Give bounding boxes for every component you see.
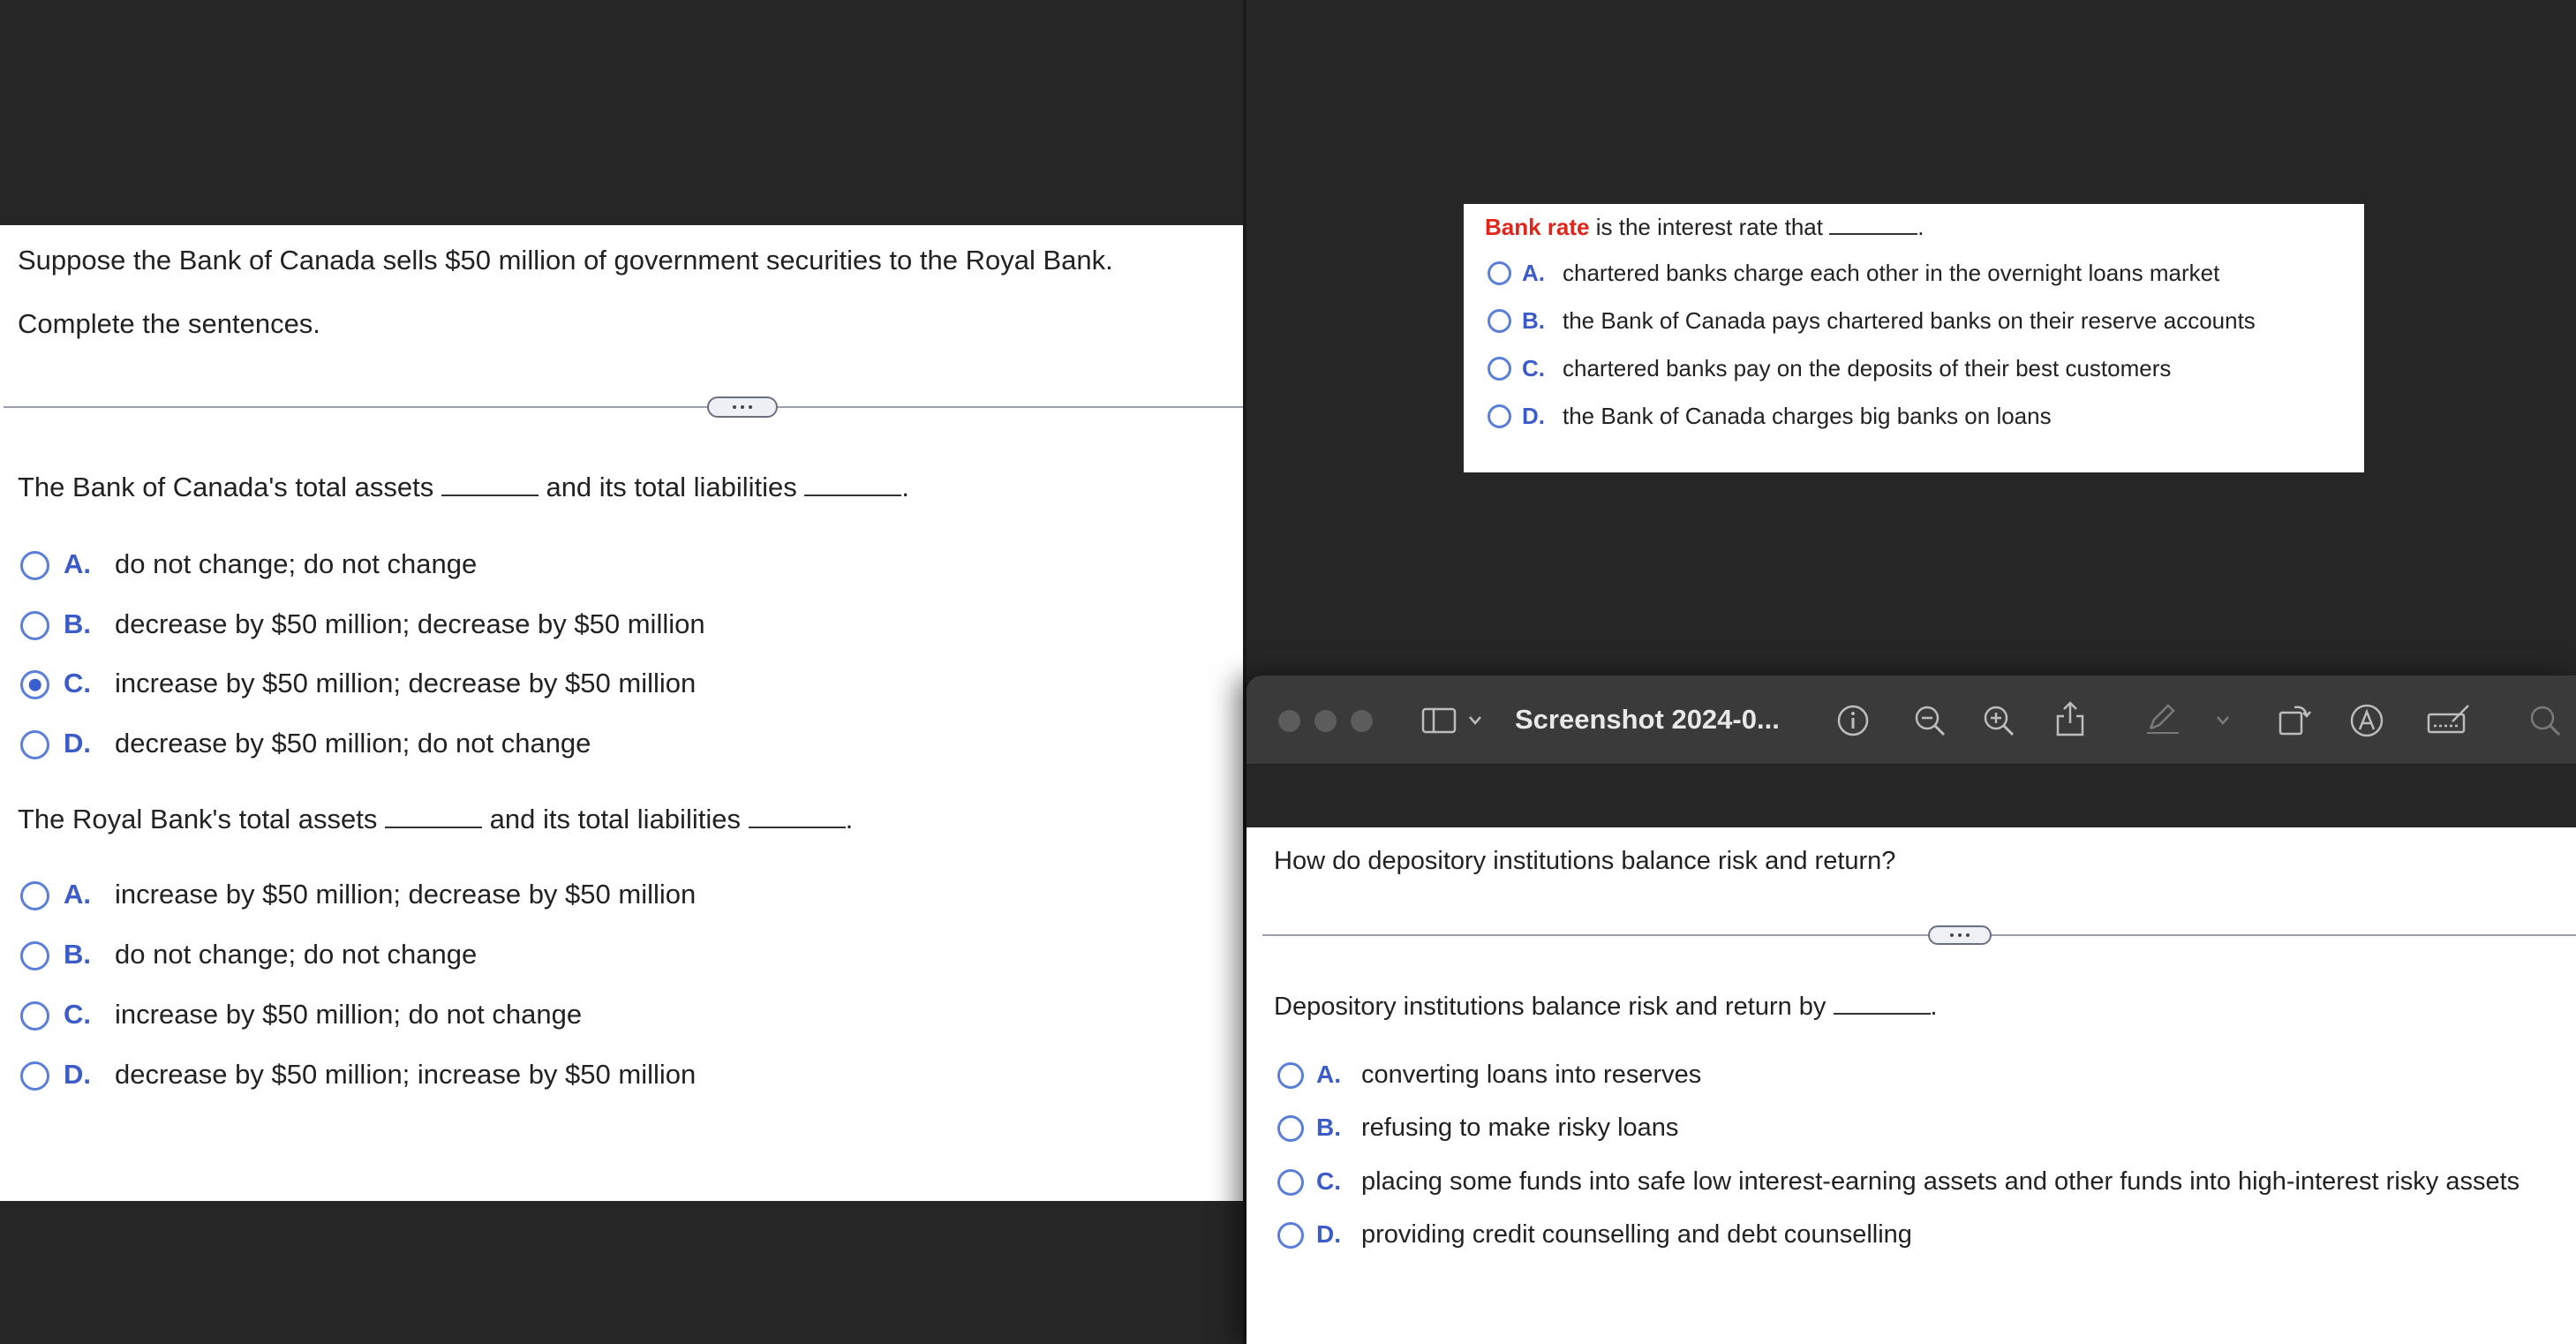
option-letter: A. (64, 879, 91, 910)
chevron-down-icon[interactable] (1467, 714, 1483, 727)
answer-blank (804, 495, 902, 496)
option-letter: A. (1522, 260, 1545, 286)
preview-document-page: How do depository institutions balance r… (1247, 827, 2576, 1344)
option-text: decrease by $50 million; increase by $50… (115, 1059, 697, 1090)
preview-sentence: Depository institutions balance risk and… (1274, 993, 1938, 1022)
zoom-in-icon[interactable] (1982, 704, 2015, 737)
rotate-icon[interactable] (2277, 700, 2312, 737)
expand-handle[interactable] (1928, 925, 1992, 945)
option-letter: C. (1522, 355, 1545, 381)
radio-button[interactable] (20, 551, 49, 580)
radio-button[interactable] (1488, 261, 1511, 285)
preview-question: How do depository institutions balance r… (1274, 847, 1896, 875)
option-letter: D. (1522, 403, 1545, 429)
option-letter: C. (1316, 1167, 1341, 1195)
radio-button[interactable] (20, 941, 49, 970)
form-fill-icon[interactable] (2426, 702, 2472, 737)
markup-pen-icon[interactable] (2145, 704, 2181, 736)
sentence-1-part1: The Bank of Canada's total assets (18, 472, 434, 502)
radio-button[interactable] (1488, 404, 1511, 428)
zoom-window-button[interactable] (1351, 710, 1373, 732)
option-letter: B. (64, 608, 91, 639)
option-text: chartered banks charge each other in the… (1563, 260, 2220, 286)
question-prompt: Suppose the Bank of Canada sells $50 mil… (18, 245, 1113, 276)
preview-stem: Depository institutions balance risk and… (1274, 993, 1827, 1021)
option-text: refusing to make risky loans (1361, 1114, 1679, 1142)
answer-blank (748, 827, 846, 828)
option-text: converting loans into reserves (1361, 1061, 1702, 1089)
left-question-page: Suppose the Bank of Canada sells $50 mil… (0, 225, 1243, 1201)
bank-rate-sentence: Bank rate is the interest rate that . (1485, 214, 1924, 241)
section-divider (1262, 934, 2576, 936)
option-letter: B. (1316, 1114, 1341, 1141)
section-divider (4, 406, 1243, 408)
option-text: placing some funds into safe low interes… (1361, 1167, 2520, 1196)
radio-button[interactable] (1277, 1062, 1304, 1089)
radio-button[interactable] (20, 611, 49, 640)
option-text: increase by $50 million; decrease by $50… (115, 879, 697, 910)
question-instruction: Complete the sentences. (18, 308, 320, 339)
radio-button[interactable] (20, 1001, 49, 1031)
sentence-2: The Royal Bank's total assets and its to… (18, 804, 853, 835)
share-icon[interactable] (2054, 700, 2086, 737)
option-text: increase by $50 million; do not change (115, 999, 583, 1030)
option-letter: A. (1316, 1061, 1341, 1088)
radio-button[interactable] (1277, 1115, 1304, 1142)
option-text: decrease by $50 million; do not change (115, 728, 591, 759)
radio-button[interactable] (1488, 309, 1511, 333)
option-letter: B. (64, 939, 91, 970)
sentence-2-part2: and its total liabilities (489, 804, 741, 834)
option-text: do not change; do not change (115, 939, 478, 970)
preview-window: Screenshot 2024-0... How do depository i… (1247, 676, 2576, 1344)
radio-button[interactable] (20, 1061, 49, 1091)
info-icon[interactable] (1836, 704, 1870, 737)
document-title: Screenshot 2024-0... (1515, 704, 1780, 735)
preview-toolbar: Screenshot 2024-0... (1247, 676, 2576, 765)
radio-button[interactable] (1277, 1222, 1304, 1249)
answer-blank (441, 495, 539, 496)
markup-icon[interactable] (2349, 703, 2384, 738)
preview-end: . (1930, 993, 1938, 1021)
sentence-1-end: . (901, 472, 910, 502)
radio-button-selected[interactable] (20, 670, 49, 699)
chevron-down-icon[interactable] (2215, 714, 2231, 727)
close-window-button[interactable] (1278, 710, 1300, 732)
sentence-2-part1: The Royal Bank's total assets (18, 804, 378, 834)
option-letter: D. (64, 1059, 91, 1090)
bank-rate-term: Bank rate (1485, 214, 1590, 240)
bank-rate-question-card: Bank rate is the interest rate that . A.… (1464, 204, 2364, 472)
option-text: do not change; do not change (115, 548, 478, 579)
radio-button[interactable] (20, 881, 49, 910)
sentence-1-part2: and its total liabilities (546, 472, 797, 502)
option-letter: B. (1522, 307, 1545, 334)
option-text: chartered banks pay on the deposits of t… (1563, 355, 2172, 381)
sentence-2-end: . (845, 804, 854, 834)
bank-rate-end: . (1917, 214, 1924, 240)
answer-blank (1829, 233, 1918, 235)
expand-handle[interactable] (707, 396, 778, 418)
answer-blank (1833, 1013, 1931, 1015)
search-icon[interactable] (2528, 704, 2562, 737)
option-text: providing credit counselling and debt co… (1361, 1220, 1912, 1249)
option-text: decrease by $50 million; decrease by $50… (115, 608, 705, 639)
sentence-1: The Bank of Canada's total assets and it… (18, 472, 909, 503)
sidebar-icon[interactable] (1421, 707, 1457, 734)
answer-blank (385, 827, 483, 828)
option-letter: D. (1316, 1220, 1341, 1248)
option-letter: D. (64, 728, 91, 759)
option-text: the Bank of Canada pays chartered banks … (1563, 307, 2256, 334)
minimize-window-button[interactable] (1314, 710, 1337, 732)
zoom-out-icon[interactable] (1913, 704, 1947, 737)
radio-button[interactable] (20, 730, 49, 759)
option-letter: A. (64, 548, 91, 579)
radio-button[interactable] (1488, 357, 1511, 381)
option-letter: C. (64, 999, 91, 1030)
radio-button[interactable] (1277, 1169, 1304, 1196)
bank-rate-stem: is the interest rate that (1595, 214, 1823, 240)
option-text: the Bank of Canada charges big banks on … (1563, 403, 2052, 429)
option-letter: C. (64, 668, 91, 698)
option-text: increase by $50 million; decrease by $50… (115, 668, 697, 698)
